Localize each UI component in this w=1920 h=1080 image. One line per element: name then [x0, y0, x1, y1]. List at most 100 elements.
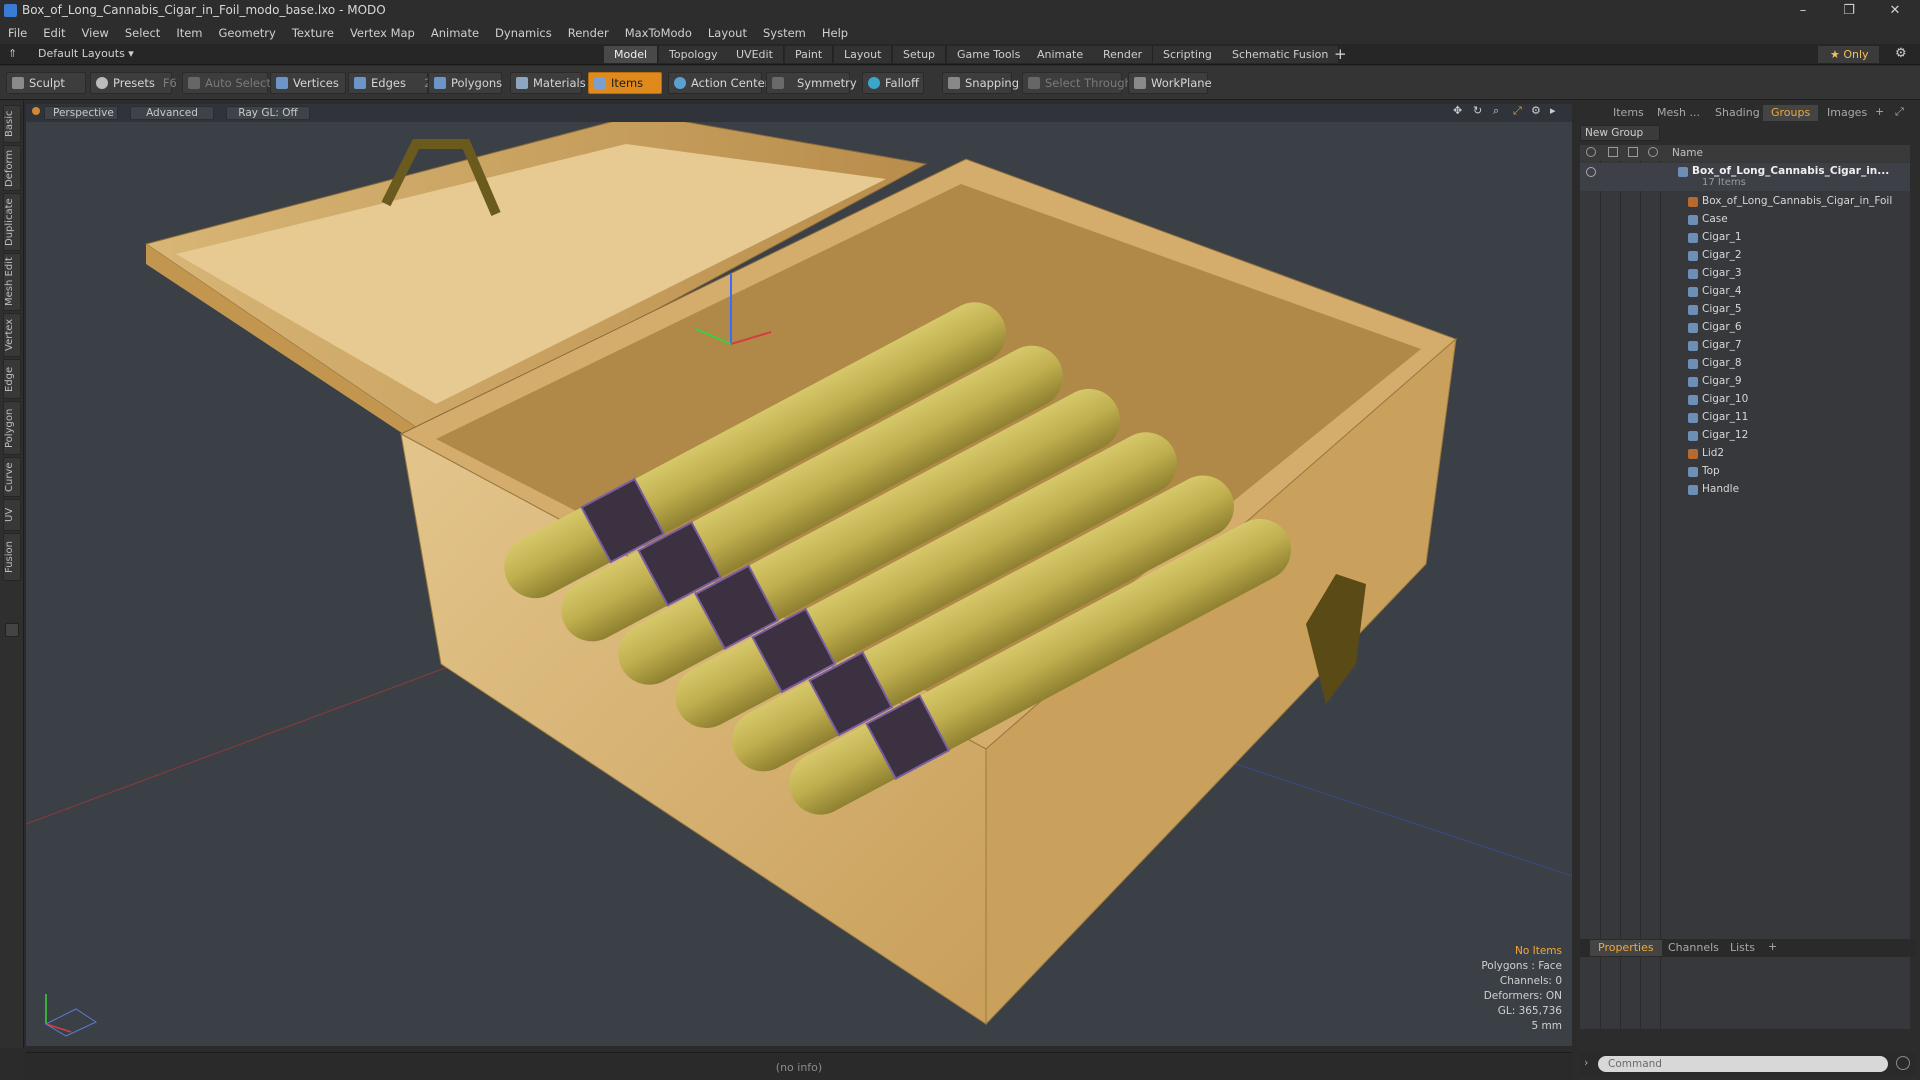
- shading-dropdown[interactable]: Advanced: [130, 106, 214, 120]
- list-item[interactable]: Cigar_12: [1580, 427, 1910, 445]
- list-item[interactable]: Cigar_5: [1580, 301, 1910, 319]
- tab-layout[interactable]: Layout: [834, 46, 893, 63]
- list-item[interactable]: Handle: [1580, 481, 1910, 499]
- list-item[interactable]: Box_of_Long_Cannabis_Cigar_in_Foil: [1580, 193, 1910, 211]
- tab-duplicate[interactable]: Duplicate: [3, 193, 21, 251]
- command-input[interactable]: Command: [1598, 1056, 1888, 1072]
- tab-items[interactable]: Items: [1605, 105, 1652, 121]
- rotate-icon[interactable]: ↻: [1473, 104, 1482, 117]
- restore-button[interactable]: ❐: [1826, 0, 1872, 22]
- view-mode-dropdown[interactable]: Perspective: [44, 106, 118, 120]
- list-item[interactable]: Cigar_4: [1580, 283, 1910, 301]
- list-item[interactable]: Cigar_3: [1580, 265, 1910, 283]
- tab-uv[interactable]: UV: [3, 499, 21, 531]
- snapping-button[interactable]: Snapping: [942, 72, 1019, 94]
- default-layouts-dropdown[interactable]: Default Layouts ▾: [38, 47, 134, 60]
- eye-icon[interactable]: [1586, 167, 1596, 177]
- command-history-icon[interactable]: [1896, 1056, 1910, 1070]
- name-column-header[interactable]: Name: [1672, 147, 1703, 159]
- edges-button[interactable]: Edges2: [348, 72, 431, 94]
- tab-game-tools[interactable]: Game Tools: [947, 46, 1032, 63]
- tab-mesh-edit[interactable]: Mesh Edit: [3, 253, 21, 311]
- render-col-icon[interactable]: [1608, 147, 1618, 157]
- new-group-button[interactable]: New Group: [1580, 125, 1660, 141]
- list-item[interactable]: Cigar_1: [1580, 229, 1910, 247]
- symmetry-button[interactable]: Symmetry: [766, 72, 857, 94]
- zoom-icon[interactable]: ⌕: [1493, 104, 1499, 118]
- list-item[interactable]: Cigar_11: [1580, 409, 1910, 427]
- tab-lists[interactable]: Lists: [1722, 940, 1763, 956]
- list-item[interactable]: Cigar_8: [1580, 355, 1910, 373]
- items-button[interactable]: Items: [588, 72, 662, 94]
- vertices-button[interactable]: Vertices1: [270, 72, 354, 94]
- menu-system[interactable]: System: [755, 22, 814, 44]
- add-panel-tab-icon[interactable]: +: [1875, 105, 1884, 118]
- list-item[interactable]: Cigar_9: [1580, 373, 1910, 391]
- raygl-dropdown[interactable]: Ray GL: Off: [226, 106, 310, 120]
- menu-layout[interactable]: Layout: [700, 22, 755, 44]
- polygons-button[interactable]: Polygons: [428, 72, 502, 94]
- tab-paint[interactable]: Paint: [785, 46, 834, 63]
- list-item[interactable]: Cigar_7: [1580, 337, 1910, 355]
- sculpt-button[interactable]: Sculpt: [6, 72, 86, 94]
- menu-vertex-map[interactable]: Vertex Map: [342, 22, 423, 44]
- layout-arrow-icon[interactable]: ⇑: [8, 47, 17, 60]
- menu-view[interactable]: View: [74, 22, 117, 44]
- tab-curve[interactable]: Curve: [3, 457, 21, 497]
- list-item[interactable]: Lid2: [1580, 445, 1910, 463]
- gear-icon[interactable]: ⚙: [1895, 46, 1907, 61]
- list-item[interactable]: Case: [1580, 211, 1910, 229]
- menu-select[interactable]: Select: [117, 22, 168, 44]
- tab-scripting[interactable]: Scripting: [1153, 46, 1223, 63]
- tab-uvedit[interactable]: UVEdit: [726, 46, 784, 63]
- list-item[interactable]: Cigar_2: [1580, 247, 1910, 265]
- tab-model[interactable]: Model: [604, 46, 659, 63]
- menu-edit[interactable]: Edit: [35, 22, 73, 44]
- pan-icon[interactable]: ✥: [1453, 104, 1462, 117]
- tab-shading[interactable]: Shading: [1707, 105, 1768, 121]
- maximize-icon[interactable]: ⤢: [1513, 104, 1522, 118]
- falloff-button[interactable]: Falloff: [862, 72, 924, 94]
- tab-schematic-fusion[interactable]: Schematic Fusion: [1222, 46, 1340, 63]
- workplane-button[interactable]: WorkPlane: [1128, 72, 1212, 94]
- menu-maxtomodo[interactable]: MaxToModo: [617, 22, 700, 44]
- tab-animate[interactable]: Animate: [1027, 46, 1095, 63]
- tab-vertex[interactable]: Vertex: [3, 313, 21, 357]
- 3d-viewport[interactable]: Perspective Advanced Ray GL: Off ✥ ↻ ⌕ ⤢…: [26, 104, 1572, 1046]
- groups-list[interactable]: Box_of_Long_Cannabis_Cigar_in... 17 Item…: [1580, 161, 1910, 1029]
- select-through-button[interactable]: Select Through: [1022, 72, 1132, 94]
- tab-topology[interactable]: Topology: [659, 46, 729, 63]
- menu-dynamics[interactable]: Dynamics: [487, 22, 560, 44]
- viewport-gear-icon[interactable]: ⚙: [1531, 104, 1541, 117]
- list-item[interactable]: Cigar_6: [1580, 319, 1910, 337]
- add-tab-icon[interactable]: +: [1334, 45, 1347, 63]
- tab-images[interactable]: Images: [1819, 105, 1875, 121]
- materials-button[interactable]: Materials: [510, 72, 586, 94]
- viewport-arrow-icon[interactable]: ▸: [1550, 104, 1556, 117]
- add-properties-tab-icon[interactable]: +: [1768, 940, 1777, 953]
- menu-item[interactable]: Item: [168, 22, 210, 44]
- list-item[interactable]: Cigar_10: [1580, 391, 1910, 409]
- expand-toggle[interactable]: [5, 623, 19, 637]
- tab-polygon[interactable]: Polygon: [3, 401, 21, 455]
- tab-fusion[interactable]: Fusion: [3, 533, 21, 581]
- menu-animate[interactable]: Animate: [423, 22, 487, 44]
- menu-help[interactable]: Help: [814, 22, 856, 44]
- close-button[interactable]: ✕: [1872, 0, 1918, 22]
- tab-basic[interactable]: Basic: [3, 105, 21, 143]
- menu-geometry[interactable]: Geometry: [211, 22, 284, 44]
- tab-properties[interactable]: Properties: [1590, 940, 1662, 956]
- tab-setup[interactable]: Setup: [893, 46, 947, 63]
- group-row[interactable]: Box_of_Long_Cannabis_Cigar_in... 17 Item…: [1580, 163, 1910, 191]
- tab-groups[interactable]: Groups: [1763, 105, 1819, 121]
- action-center-button[interactable]: Action Center: [668, 72, 769, 94]
- tab-edge[interactable]: Edge: [3, 359, 21, 399]
- menu-file[interactable]: File: [0, 22, 35, 44]
- tab-render[interactable]: Render: [1093, 46, 1154, 63]
- tab-deform[interactable]: Deform: [3, 145, 21, 191]
- visibility-col-icon[interactable]: [1586, 147, 1596, 157]
- presets-button[interactable]: Presets F6: [90, 72, 177, 94]
- only-toggle[interactable]: ★ Only: [1818, 46, 1879, 63]
- list-item[interactable]: Top: [1580, 463, 1910, 481]
- auto-select-button[interactable]: Auto Select: [182, 72, 271, 94]
